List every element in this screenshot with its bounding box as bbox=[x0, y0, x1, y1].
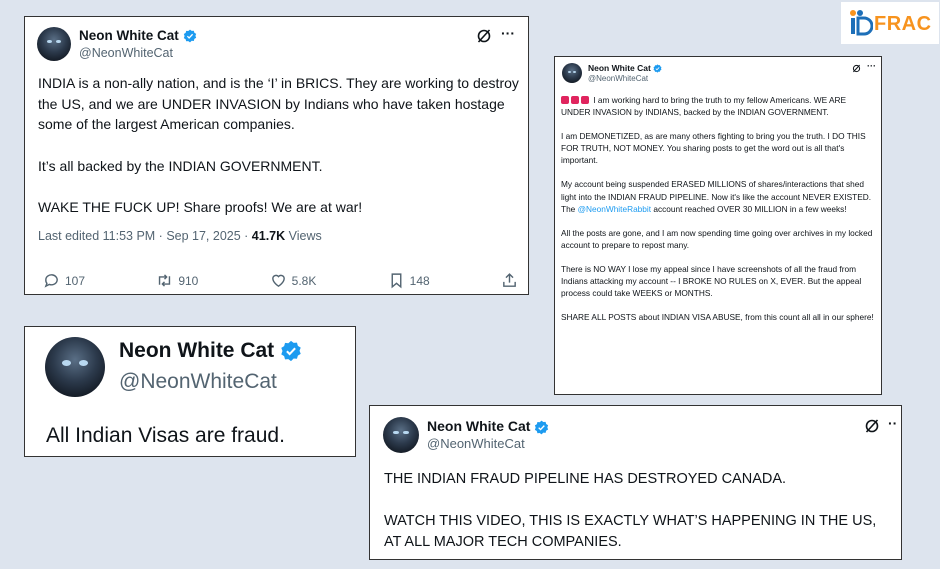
siren-icon bbox=[581, 96, 589, 104]
tweet-paragraph: INDIA is a non-ally nation, and is the ‘… bbox=[38, 75, 519, 132]
tweet-paragraph: SHARE ALL POSTS about INDIAN VISA ABUSE,… bbox=[561, 312, 874, 323]
author-name-text[interactable]: Neon White Cat bbox=[588, 63, 651, 73]
bookmark-count: 148 bbox=[409, 273, 430, 288]
paragraph-text: account reached OVER 30 MILLION in a few… bbox=[651, 203, 847, 214]
tweet-paragraph: My account being suspended ERASED MILLIO… bbox=[561, 178, 877, 214]
verified-badge-icon bbox=[535, 420, 549, 435]
author-name-text[interactable]: Neon White Cat bbox=[119, 339, 274, 362]
verified-badge-icon bbox=[281, 341, 301, 362]
repost-icon bbox=[159, 274, 171, 287]
avatar[interactable] bbox=[562, 63, 582, 83]
like-count: 5.8K bbox=[291, 273, 317, 288]
tweet-text: INDIA is a non-ally nation, and is the ‘… bbox=[38, 73, 523, 218]
paragraph-text: I am working hard to bring the truth to … bbox=[561, 95, 847, 118]
logo-mark-icon bbox=[850, 10, 873, 36]
author-handle[interactable]: @NeonWhiteCat bbox=[427, 436, 525, 451]
reply-button[interactable]: 107 bbox=[43, 272, 85, 289]
author-handle[interactable]: @NeonWhiteCat bbox=[588, 74, 648, 83]
like-icon bbox=[271, 274, 285, 288]
siren-icon bbox=[561, 96, 569, 104]
action-bar: 107 910 5.8K 148 bbox=[43, 272, 518, 289]
tweet-text: THE INDIAN FRAUD PIPELINE HAS DESTROYED … bbox=[384, 469, 894, 553]
grok-icon[interactable] bbox=[852, 64, 861, 73]
tweet-text: All Indian Visas are fraud. bbox=[46, 424, 285, 447]
share-icon bbox=[503, 273, 516, 287]
tweet-paragraph: All the posts are gone, and I am now spe… bbox=[561, 227, 873, 250]
author-name[interactable]: Neon White Cat bbox=[588, 63, 662, 73]
verified-badge-icon bbox=[653, 64, 662, 73]
verified-badge-icon bbox=[183, 30, 196, 43]
mention-link[interactable]: @NeonWhiteRabbit bbox=[578, 204, 651, 214]
tweet-paragraph: I am DEMONETIZED, as are many others fig… bbox=[561, 131, 866, 166]
author-handle[interactable]: @NeonWhiteCat bbox=[119, 370, 277, 394]
author-handle[interactable]: @NeonWhiteCat bbox=[79, 46, 173, 60]
more-icon[interactable]: ··· bbox=[501, 25, 515, 41]
views-label: Views bbox=[285, 229, 322, 243]
bookmark-icon bbox=[391, 273, 402, 289]
views-count: 41.7K bbox=[251, 229, 286, 243]
tweet-paragraph: WATCH THIS VIDEO, THIS IS EXACTLY WHAT’S… bbox=[384, 513, 877, 550]
tweet-paragraph: I am working hard to bring the truth to … bbox=[561, 94, 877, 118]
bookmark-button[interactable]: 148 bbox=[388, 272, 430, 289]
share-button[interactable] bbox=[501, 272, 518, 289]
grok-icon[interactable] bbox=[476, 28, 492, 44]
tweet-paragraph: THE INDIAN FRAUD PIPELINE HAS DESTROYED … bbox=[384, 471, 787, 487]
avatar[interactable] bbox=[37, 27, 71, 61]
frac-logo: FRAC bbox=[841, 2, 939, 44]
timestamp[interactable]: Last edited 11:53 PM · Sep 17, 2025 · bbox=[38, 229, 252, 243]
author-name[interactable]: Neon White Cat bbox=[119, 339, 302, 363]
author-name[interactable]: Neon White Cat bbox=[427, 418, 549, 435]
author-name-text[interactable]: Neon White Cat bbox=[427, 418, 530, 434]
repost-count: 910 bbox=[178, 273, 199, 288]
avatar[interactable] bbox=[383, 417, 419, 453]
tweet-card-3: Neon White Cat @NeonWhiteCat ··· I am wo… bbox=[554, 56, 882, 395]
grok-icon[interactable] bbox=[864, 418, 880, 434]
tweet-meta: Last edited 11:53 PM · Sep 17, 2025 · 41… bbox=[38, 229, 322, 243]
siren-icon bbox=[571, 96, 579, 104]
tweet-paragraph: There is NO WAY I lose my appeal since I… bbox=[561, 263, 862, 299]
reply-count: 107 bbox=[65, 273, 86, 288]
more-icon[interactable]: ··· bbox=[867, 61, 876, 71]
tweet-card-2: Neon White Cat @NeonWhiteCat All Indian … bbox=[24, 326, 356, 457]
author-name-text[interactable]: Neon White Cat bbox=[79, 28, 179, 43]
tweet-paragraph: WAKE THE FUCK UP! Share proofs! We are a… bbox=[38, 199, 363, 215]
author-name[interactable]: Neon White Cat bbox=[79, 28, 197, 43]
reply-icon bbox=[44, 274, 58, 288]
logo-text: FRAC bbox=[874, 13, 932, 35]
repost-button[interactable]: 910 bbox=[156, 272, 198, 289]
like-button[interactable]: 5.8K bbox=[270, 272, 317, 289]
more-icon[interactable]: ·· bbox=[888, 415, 897, 431]
tweet-card-1: Neon White Cat @NeonWhiteCat ··· INDIA i… bbox=[24, 16, 529, 295]
tweet-card-4: Neon White Cat @NeonWhiteCat ·· THE INDI… bbox=[369, 405, 902, 560]
tweet-paragraph: It’s all backed by the INDIAN GOVERNMENT… bbox=[38, 157, 323, 174]
tweet-text: I am working hard to bring the truth to … bbox=[561, 94, 877, 335]
avatar[interactable] bbox=[45, 337, 105, 397]
